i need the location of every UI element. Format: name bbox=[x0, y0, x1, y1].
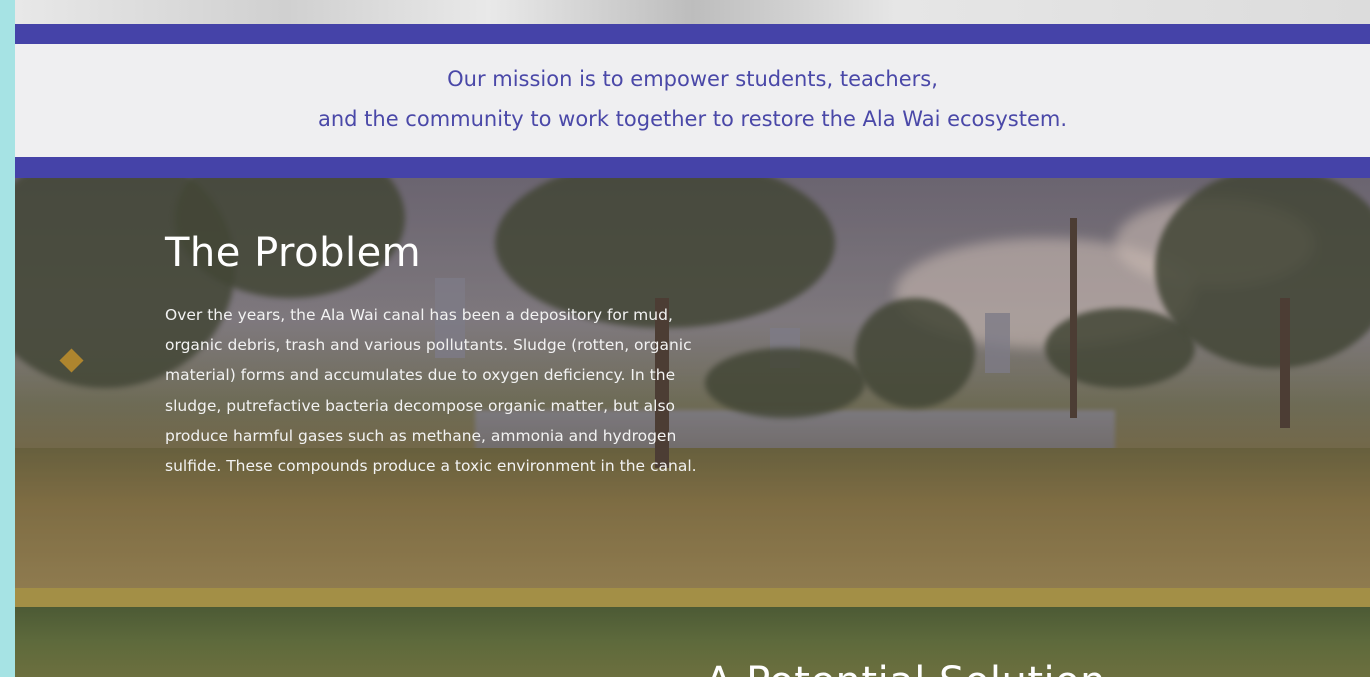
page: Our mission is to empower students, teac… bbox=[15, 0, 1370, 677]
mission-section: Our mission is to empower students, teac… bbox=[15, 44, 1370, 157]
section-divider-band bbox=[15, 588, 1370, 607]
top-image-strip bbox=[15, 0, 1370, 24]
solution-section: A Potential Solution bbox=[15, 607, 1370, 677]
mission-bottom-band bbox=[15, 157, 1370, 178]
mission-line-2: and the community to work together to re… bbox=[317, 107, 1067, 131]
mission-top-band bbox=[15, 24, 1370, 44]
mission-line-1: Our mission is to empower students, teac… bbox=[447, 67, 938, 91]
problem-section: The Problem Over the years, the Ala Wai … bbox=[15, 178, 1370, 588]
problem-heading: The Problem bbox=[165, 230, 422, 276]
problem-body-text: Over the years, the Ala Wai canal has be… bbox=[165, 306, 697, 476]
solution-heading: A Potential Solution bbox=[705, 659, 1106, 677]
